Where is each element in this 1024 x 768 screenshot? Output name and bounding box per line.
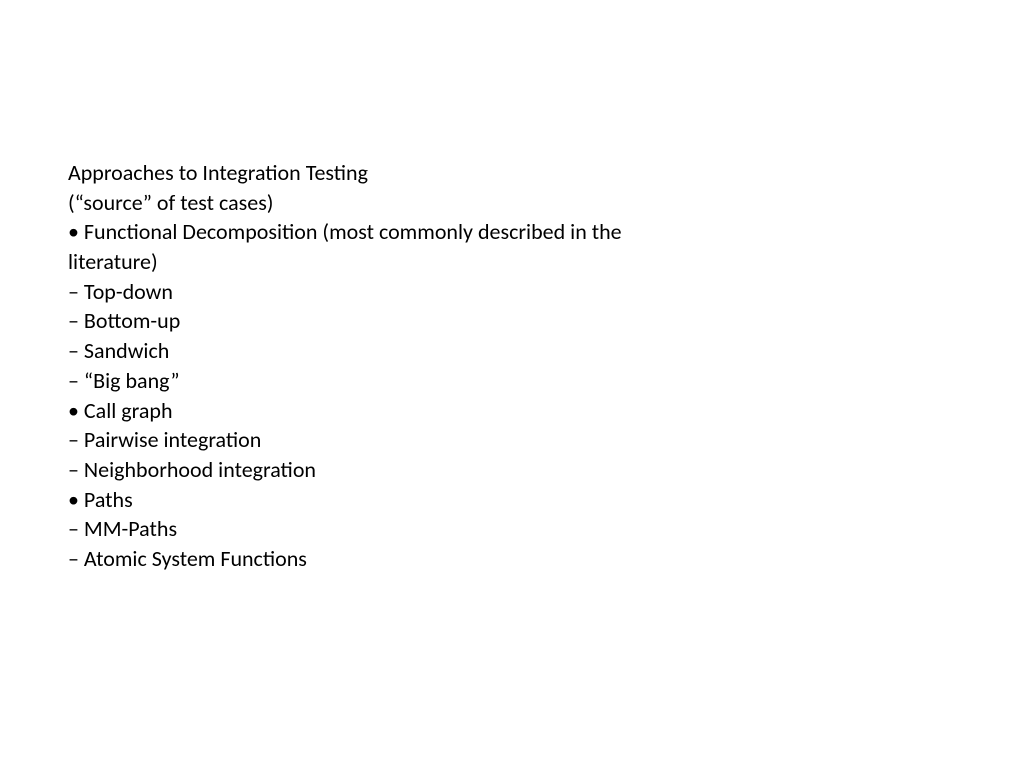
- slide-title-line-1: Approaches to Integration Testing: [68, 158, 708, 188]
- subitem-pairwise-integration: – Pairwise integration: [68, 425, 708, 455]
- slide-title-line-2: (“source” of test cases): [68, 188, 708, 218]
- subitem-big-bang: – “Big bang”: [68, 366, 708, 396]
- bullet-call-graph: • Call graph: [68, 396, 708, 426]
- subitem-bottom-up: – Bottom-up: [68, 306, 708, 336]
- subitem-atomic-system-functions: – Atomic System Functions: [68, 544, 708, 574]
- subitem-neighborhood-integration: – Neighborhood integration: [68, 455, 708, 485]
- subitem-sandwich: – Sandwich: [68, 336, 708, 366]
- subitem-mm-paths: – MM-Paths: [68, 514, 708, 544]
- subitem-top-down: – Top-down: [68, 277, 708, 307]
- bullet-paths: • Paths: [68, 485, 708, 515]
- slide-content: Approaches to Integration Testing (“sour…: [68, 158, 708, 574]
- bullet-functional-decomposition: • Functional Decomposition (most commonl…: [68, 217, 708, 276]
